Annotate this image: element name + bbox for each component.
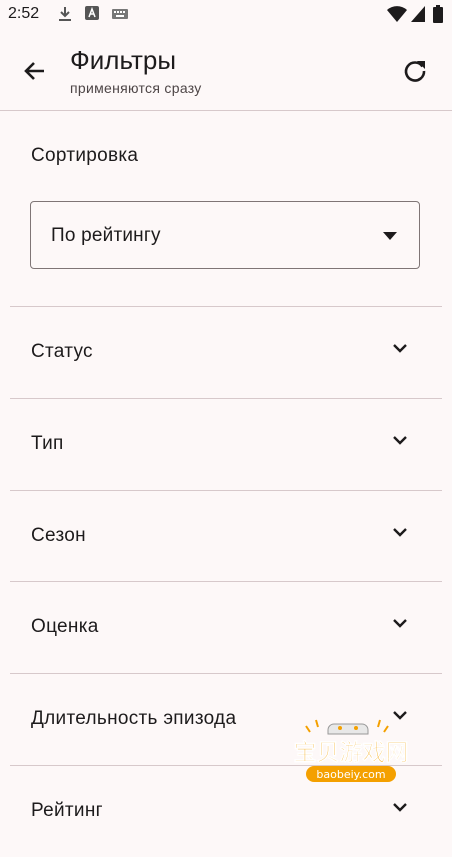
battery-icon <box>433 5 443 23</box>
status-bar: 2:52 <box>0 0 452 32</box>
section-status[interactable]: Статус <box>10 307 442 398</box>
section-type[interactable]: Тип <box>10 399 442 490</box>
section-label: Оценка <box>31 616 99 637</box>
refresh-icon <box>404 61 426 82</box>
status-time: 2:52 <box>8 5 40 22</box>
chevron-down-icon <box>393 528 407 537</box>
section-label: Сезон <box>31 525 86 546</box>
watermark-url: baobeiy.com <box>316 768 385 781</box>
section-label: Статус <box>31 341 93 362</box>
dropdown-arrow-icon <box>383 232 397 240</box>
chevron-down-icon <box>393 619 407 628</box>
download-icon <box>59 7 71 21</box>
watermark-logo: 宝贝游戏网 baobeiy.com <box>293 719 409 782</box>
reset-button[interactable] <box>398 54 432 88</box>
watermark-title: 宝贝游戏网 <box>294 739 409 766</box>
app-bar-divider <box>0 110 452 111</box>
arrow-back-icon <box>24 62 44 80</box>
section-label: Рейтинг <box>31 800 103 821</box>
text-notification-icon <box>85 6 99 20</box>
page-title: Фильтры <box>70 45 177 75</box>
back-button[interactable] <box>18 54 52 88</box>
keyboard-icon <box>112 9 128 19</box>
page-subtitle: применяются сразу <box>70 80 202 96</box>
sort-label: Сортировка <box>31 145 139 166</box>
signal-icon <box>411 6 425 22</box>
section-label: Длительность эпизода <box>31 708 237 729</box>
wifi-icon <box>387 6 407 22</box>
app-bar: Фильтры применяются сразу <box>0 32 452 110</box>
chevron-down-icon <box>393 436 407 445</box>
chevron-down-icon <box>393 344 407 353</box>
section-season[interactable]: Сезон <box>10 491 442 582</box>
section-score[interactable]: Оценка <box>10 582 442 673</box>
sort-selected-value: По рейтингу <box>51 225 161 246</box>
chevron-down-icon <box>393 803 407 812</box>
sort-dropdown[interactable]: По рейтингу <box>30 201 420 269</box>
section-label: Тип <box>31 433 64 454</box>
